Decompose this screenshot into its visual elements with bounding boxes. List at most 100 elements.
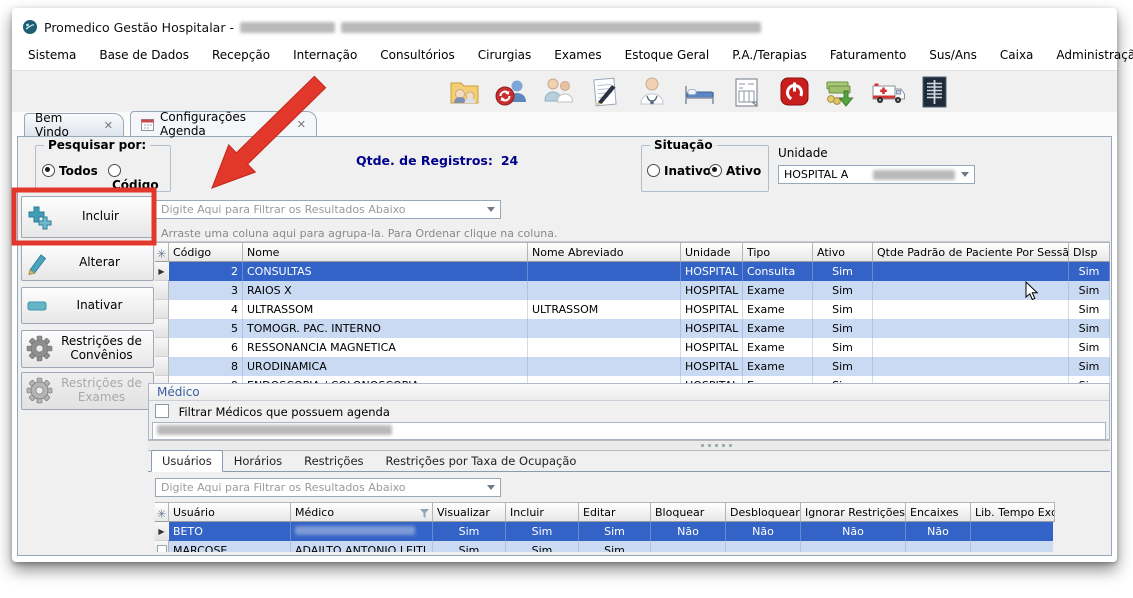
column-header-visualizar[interactable]: Visualizar	[433, 502, 506, 522]
cell-ativo: Sim	[813, 376, 873, 383]
column-header-encaixes[interactable]: Encaixes	[906, 502, 971, 522]
menu-item-estoque-geral[interactable]: Estoque Geral	[625, 48, 710, 66]
filtrar-medicos-checkbox[interactable]	[155, 404, 169, 418]
chevron-down-icon[interactable]	[487, 207, 495, 212]
column-header-ativo[interactable]: Ativo	[813, 242, 873, 262]
column-header-nome[interactable]: Nome	[243, 242, 528, 262]
menu-item-exames[interactable]: Exames	[554, 48, 601, 66]
radiology-icon[interactable]	[914, 73, 954, 111]
menu-item-base-de-dados[interactable]: Base de Dados	[99, 48, 189, 66]
hospital-bed-icon[interactable]	[679, 73, 719, 111]
table-row-endoscopia[interactable]: 9 ENDOSCOPIA / COLONOSCOPIA HOSPITAL Exa…	[155, 376, 1110, 383]
table-row-tomogr[interactable]: 5 TOMOGR. PAC. INTERNO HOSPITAL Exame Si…	[155, 319, 1110, 338]
tab-horarios[interactable]: Horários	[223, 450, 293, 472]
payment-transfer-icon[interactable]	[820, 73, 860, 111]
medico-input[interactable]	[152, 422, 1106, 440]
group-by-bar[interactable]: Arraste uma coluna aqui para agrupa-la. …	[155, 224, 1110, 242]
tab-restricoes[interactable]: Restrições	[293, 450, 374, 472]
menu-item-faturamento[interactable]: Faturamento	[830, 48, 906, 66]
menu-item-cirurgias[interactable]: Cirurgias	[478, 48, 532, 66]
column-header-bloquear[interactable]: Bloquear	[651, 502, 726, 522]
cell-tipo: Exame	[743, 357, 813, 376]
column-header-editar[interactable]: Editar	[579, 502, 651, 522]
select-all-icon[interactable]: ✳	[155, 502, 169, 522]
cell-unidade: HOSPITAL	[681, 338, 743, 357]
radio-codigo-circle[interactable]	[108, 164, 121, 177]
column-header-usuario[interactable]: Usuário	[169, 502, 291, 522]
contract-sign-icon[interactable]	[585, 73, 625, 111]
cell-qtde	[873, 376, 1069, 383]
close-icon[interactable]: ✕	[104, 119, 113, 132]
cell-lib	[971, 522, 1053, 541]
table-row-consultas[interactable]: ▶ 2 CONSULTAS HOSPITAL Consulta Sim Sim	[155, 262, 1110, 281]
alterar-button[interactable]: Alterar	[21, 244, 154, 281]
column-header-tipo[interactable]: Tipo	[743, 242, 813, 262]
chevron-down-icon[interactable]	[961, 172, 969, 177]
radio-todos[interactable]: Todos	[42, 164, 98, 178]
menu-item-internacao[interactable]: Internação	[293, 48, 357, 66]
table-row-marcose[interactable]: MARCOSE ADAILTO ANTONIO LEITI Sim Sim Si…	[155, 541, 1053, 552]
column-header-desbloquear[interactable]: Desbloquear	[726, 502, 801, 522]
column-header-nome-abreviado[interactable]: Nome Abreviado	[528, 242, 681, 262]
radio-ativo-circle[interactable]	[709, 164, 722, 177]
menu-item-caixa[interactable]: Caixa	[1000, 48, 1034, 66]
column-header-codigo[interactable]: Código	[169, 242, 243, 262]
chevron-down-icon[interactable]	[487, 485, 495, 490]
radio-ativo[interactable]: Ativo	[709, 164, 761, 178]
cell-abreviado	[528, 281, 681, 300]
invoice-icon[interactable]	[726, 73, 766, 111]
tab-usuarios[interactable]: Usuários	[151, 450, 223, 472]
patient-folder-icon[interactable]	[444, 73, 484, 111]
gear-icon	[26, 377, 54, 405]
doctor-icon[interactable]	[632, 73, 672, 111]
tab-bem-vindo[interactable]: Bem Vindo ✕	[24, 113, 124, 136]
tab-restricoes-taxa-ocupacao[interactable]: Restrições por Taxa de Ocupação	[375, 450, 588, 472]
ambulance-icon[interactable]	[867, 73, 907, 111]
table-row-urodinamica[interactable]: 8 URODINAMICA HOSPITAL Exame Sim Sim	[155, 357, 1110, 376]
unidade-label: Unidade	[778, 146, 828, 160]
menu-item-administracao[interactable]: Administração	[1056, 48, 1133, 66]
column-header-ignorar-restricoes[interactable]: Ignorar Restrições	[801, 502, 906, 522]
bottom-filter-combobox[interactable]: Digite Aqui para Filtrar os Resultados A…	[155, 478, 501, 497]
menu-item-sistema[interactable]: Sistema	[28, 48, 76, 66]
radio-inativo[interactable]: Inativo	[647, 164, 711, 178]
row-indicator: ▶	[155, 262, 169, 281]
column-header-unidade[interactable]: Unidade	[681, 242, 743, 262]
power-off-icon[interactable]	[773, 73, 813, 111]
cell-tipo: Exame	[743, 281, 813, 300]
select-all-icon[interactable]: ✳	[155, 242, 169, 262]
cell-unidade: HOSPITAL	[681, 376, 743, 383]
table-row-ressonancia[interactable]: 6 RESSONANCIA MAGNETICA HOSPITAL Exame S…	[155, 338, 1110, 357]
menu-item-recepcao[interactable]: Recepção	[212, 48, 270, 66]
document-tab-bar: Bem Vindo ✕ Configurações Agenda ✕	[12, 112, 1117, 136]
menu-item-pa-terapias[interactable]: P.A./Terapias	[732, 48, 807, 66]
column-header-incluir[interactable]: Incluir	[506, 502, 579, 522]
radio-inativo-circle[interactable]	[647, 164, 660, 177]
table-row-raios-x[interactable]: 3 RAIOS X HOSPITAL Exame Sim Sim	[155, 281, 1110, 300]
table-row-beto[interactable]: ▶ BETO Sim Sim Sim Não Não Não Não	[155, 522, 1053, 541]
cell-tipo: Exame	[743, 300, 813, 319]
radio-codigo[interactable]: Código	[108, 164, 170, 192]
filtrar-medicos-checkbox-row[interactable]: Filtrar Médicos que possuem agenda	[149, 401, 1109, 419]
column-header-lib-tempo-excedente[interactable]: Lib. Tempo Excedent	[971, 502, 1055, 522]
radio-todos-circle[interactable]	[42, 164, 55, 177]
cell-medico	[291, 522, 433, 541]
bottom-tab-bar: Usuários Horários Restrições Restrições …	[151, 450, 587, 472]
column-header-medico[interactable]: Médico	[291, 502, 433, 522]
restricoes-convenios-button[interactable]: Restrições de Convênios	[21, 330, 154, 368]
column-header-qtde-padrao[interactable]: Qtde Padrão de Paciente Por Sessão	[873, 242, 1069, 262]
close-icon[interactable]: ✕	[297, 118, 306, 131]
menu-item-consultorios[interactable]: Consultórios	[380, 48, 454, 66]
medical-team-icon[interactable]	[538, 73, 578, 111]
unidade-combobox[interactable]: HOSPITAL A	[778, 165, 975, 184]
menu-item-sus-ans[interactable]: Sus/Ans	[929, 48, 977, 66]
inativar-button[interactable]: Inativar	[21, 287, 154, 324]
incluir-button[interactable]: Incluir	[21, 196, 154, 238]
main-filter-combobox[interactable]: Digite Aqui para Filtrar os Resultados A…	[155, 200, 501, 219]
column-header-disp[interactable]: DIsp	[1069, 242, 1110, 262]
tab-configuracoes-agenda[interactable]: Configurações Agenda ✕	[130, 111, 317, 136]
cell-usuario: BETO	[169, 522, 291, 541]
refresh-contacts-icon[interactable]	[491, 73, 531, 111]
filter-funnel-icon[interactable]	[420, 508, 429, 521]
table-row-ultrassom[interactable]: 4 ULTRASSOM ULTRASSOM HOSPITAL Exame Sim…	[155, 300, 1110, 319]
